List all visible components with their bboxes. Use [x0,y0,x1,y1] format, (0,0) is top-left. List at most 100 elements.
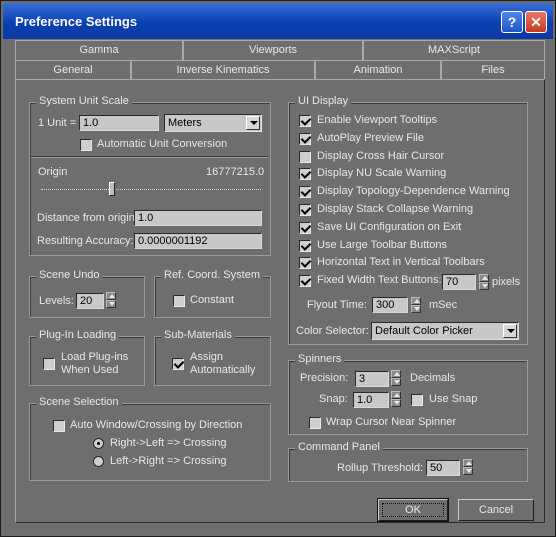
use-large-toolbar-buttons-checkbox[interactable] [299,239,311,252]
rollup-threshold-field[interactable]: 50 [426,460,460,476]
auto-window-crossing-checkbox[interactable] [53,420,65,432]
close-icon[interactable]: ✕ [525,11,547,33]
tab-files[interactable]: Files [441,60,545,80]
tab-general[interactable]: General [15,60,131,80]
display-nu-scale-warning-checkbox[interactable] [299,168,311,181]
group-legend: Plug-In Loading [36,329,120,341]
snap-field[interactable]: 1.0 [353,392,389,408]
spinner-down-icon[interactable] [411,305,421,313]
assign-automatically-checkbox[interactable] [172,358,184,370]
spinner-up-icon[interactable] [106,292,116,300]
use-large-toolbar-buttons-label: Use Large Toolbar Buttons [317,238,448,251]
color-selector-select[interactable]: Default Color Picker [371,322,519,340]
constant-label: Constant [190,294,235,306]
chevron-down-icon [246,116,260,130]
rollup-threshold-label: Rollup Threshold: [337,462,424,474]
left-right-crossing-radio[interactable] [93,456,104,467]
display-topology-warning-label: Display Topology-Dependence Warning [317,185,510,198]
group-legend: Command Panel [295,441,383,453]
tab-animation[interactable]: Animation [315,60,441,80]
spinner-up-icon[interactable] [463,459,473,467]
tab-maxscript[interactable]: MAXScript [363,40,545,60]
spinner-up-icon[interactable] [411,297,421,305]
flyout-time-spinner[interactable] [411,297,421,314]
spinner-down-icon[interactable] [463,467,473,475]
unit-label: 1 Unit = [38,117,77,129]
right-left-crossing-radio[interactable] [93,438,104,449]
fixed-width-spinner[interactable] [479,274,489,291]
unit-type-select[interactable]: Meters [164,114,262,132]
title-bar[interactable]: Preference Settings ? ✕ [3,3,553,39]
precision-field[interactable]: 3 [355,371,389,387]
tab-inverse-kinematics[interactable]: Inverse Kinematics [131,60,315,80]
accuracy-label: Resulting Accuracy: [37,235,134,247]
fixed-width-field[interactable]: 70 [442,274,476,290]
use-snap-checkbox[interactable] [411,394,423,406]
right-left-crossing-label: Right->Left => Crossing [110,437,227,449]
unit-value-field[interactable]: 1.0 [79,115,159,131]
tab-viewports[interactable]: Viewports [183,40,363,60]
group-legend: Ref. Coord. System [161,269,263,281]
snap-spinner[interactable] [391,391,401,408]
tab-gamma[interactable]: Gamma [15,40,183,60]
constant-checkbox[interactable] [173,295,185,307]
origin-slider-track[interactable] [41,189,261,190]
spinner-down-icon[interactable] [391,378,401,386]
spinner-up-icon[interactable] [479,274,489,282]
save-ui-configuration-label: Save UI Configuration on Exit [317,220,462,233]
chevron-down-icon [503,324,517,338]
group-legend: UI Display [295,95,352,107]
wrap-cursor-label: Wrap Cursor Near Spinner [326,416,457,428]
help-icon[interactable]: ? [501,11,523,33]
display-topology-warning-checkbox[interactable] [299,186,311,199]
auto-window-crossing-label: Auto Window/Crossing by Direction [70,419,243,431]
flyout-time-label: Flyout Time: [307,299,367,311]
distance-field[interactable]: 1.0 [134,210,262,226]
spinner-down-icon[interactable] [479,282,489,290]
assign-label-2: Automatically [190,364,256,376]
display-stack-collapse-warning-checkbox[interactable] [299,204,311,216]
pixels-label: pixels [492,276,521,288]
display-cross-hair-cursor-checkbox[interactable] [299,150,311,163]
levels-spinner[interactable] [106,292,116,309]
cancel-label: Cancel [478,504,514,516]
group-legend: System Unit Scale [36,95,132,107]
group-legend: Sub-Materials [161,329,235,341]
load-plugins-label-2: When Used [61,364,119,376]
divider [31,156,269,158]
window-title: Preference Settings [15,14,138,29]
ok-button[interactable]: OK [377,498,449,522]
rollup-threshold-spinner[interactable] [463,459,473,476]
save-ui-configuration-checkbox[interactable] [299,221,311,234]
snap-label: Snap: [319,393,348,405]
load-plugins-label-1: Load Plug-ins [61,351,129,363]
precision-label: Precision: [300,372,349,384]
load-plugins-checkbox[interactable] [43,358,55,370]
wrap-cursor-checkbox[interactable] [309,417,321,429]
spinner-up-icon[interactable] [391,391,401,399]
group-legend: Scene Undo [36,269,103,281]
precision-spinner[interactable] [391,370,401,387]
horizontal-text-vertical-toolbars-checkbox[interactable] [299,257,311,270]
autoplay-preview-file-checkbox[interactable] [299,132,311,145]
origin-label: Origin [38,166,68,178]
auto-unit-conversion-checkbox[interactable] [80,139,92,151]
color-selector-value: Default Color Picker [375,325,473,337]
spinner-down-icon[interactable] [391,399,401,407]
origin-slider-thumb[interactable] [109,182,115,196]
assign-label-1: Assign [190,351,224,363]
horizontal-text-vertical-toolbars-label: Horizontal Text in Vertical Toolbars [317,256,485,269]
levels-field[interactable]: 20 [76,293,104,309]
spinner-up-icon[interactable] [391,370,401,378]
use-snap-label: Use Snap [429,393,478,405]
distance-label: Distance from origin: [37,212,138,224]
cancel-button[interactable]: Cancel [458,499,534,521]
unit-type-value: Meters [168,117,202,129]
fixed-width-text-buttons-checkbox[interactable] [299,275,311,288]
flyout-time-field[interactable]: 300 [372,297,408,313]
spinner-down-icon[interactable] [106,300,116,308]
enable-viewport-tooltips-checkbox[interactable] [299,115,311,127]
focus-rect [382,503,444,517]
msec-label: mSec [429,299,458,311]
display-stack-collapse-warning-label: Display Stack Collapse Warning [317,203,474,215]
